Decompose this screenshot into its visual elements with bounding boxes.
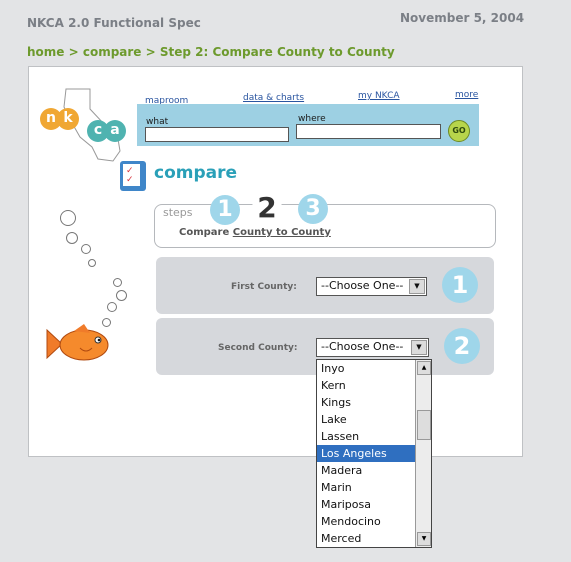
- county-dropdown-list[interactable]: Inyo Kern Kings Lake Lassen Los Angeles …: [316, 359, 432, 548]
- dropdown-option[interactable]: Mendocino: [317, 513, 415, 530]
- page-title: compare: [154, 163, 238, 183]
- first-county-value: --Choose One--: [321, 279, 404, 292]
- scroll-down-icon[interactable]: ▼: [417, 532, 431, 546]
- fish-icon: [46, 324, 109, 361]
- dropdown-option[interactable]: Merced: [317, 530, 415, 547]
- second-county-label: Second County:: [218, 343, 298, 353]
- nav-link-data-charts[interactable]: data & charts: [243, 93, 304, 103]
- where-input[interactable]: [296, 124, 441, 139]
- dropdown-option-selected[interactable]: Los Angeles: [317, 445, 415, 462]
- first-county-select[interactable]: --Choose One-- ▼: [316, 277, 427, 296]
- step-2-circle: 2: [252, 193, 282, 223]
- logo-letter-k: k: [57, 108, 79, 130]
- step-2-badge: 2: [444, 328, 480, 364]
- checklist-icon: ✓ ✓: [120, 161, 146, 191]
- doc-date: November 5, 2004: [400, 11, 525, 25]
- what-label: what: [146, 117, 169, 127]
- scroll-up-icon[interactable]: ▲: [417, 361, 431, 375]
- dropdown-option[interactable]: Kings: [317, 394, 415, 411]
- second-county-value: --Choose One--: [321, 340, 404, 353]
- breadcrumb: home > compare > Step 2: Compare County …: [27, 45, 395, 59]
- dropdown-scrollbar[interactable]: ▲ ▼: [415, 360, 431, 547]
- dropdown-option[interactable]: Marin: [317, 479, 415, 496]
- first-county-label: First County:: [231, 282, 297, 292]
- logo-letter-a: a: [104, 120, 126, 142]
- dropdown-option[interactable]: Inyo: [317, 360, 415, 377]
- dropdown-option[interactable]: Lassen: [317, 428, 415, 445]
- nav-link-my-nkca[interactable]: my NKCA: [358, 91, 400, 101]
- chevron-down-icon[interactable]: ▼: [411, 340, 427, 355]
- dropdown-option[interactable]: Mariposa: [317, 496, 415, 513]
- step-3-circle[interactable]: 3: [298, 194, 328, 224]
- go-button[interactable]: GO: [448, 120, 470, 142]
- current-step-link[interactable]: County to County: [233, 227, 331, 238]
- doc-title: NKCA 2.0 Functional Spec: [27, 16, 201, 30]
- dropdown-option[interactable]: Madera: [317, 462, 415, 479]
- dropdown-option[interactable]: Lake: [317, 411, 415, 428]
- where-label: where: [298, 114, 326, 124]
- current-step-prefix: Compare: [179, 227, 233, 238]
- nav-link-more[interactable]: more: [455, 90, 478, 100]
- step-1-circle[interactable]: 1: [210, 195, 240, 225]
- step-1-badge: 1: [442, 267, 478, 303]
- what-input[interactable]: [145, 127, 289, 142]
- chevron-down-icon[interactable]: ▼: [409, 279, 425, 294]
- dropdown-option[interactable]: Kern: [317, 377, 415, 394]
- second-county-select[interactable]: --Choose One-- ▼: [316, 338, 429, 357]
- current-step: Compare County to County: [179, 227, 331, 238]
- scroll-thumb[interactable]: [417, 410, 431, 440]
- steps-label: steps: [161, 206, 195, 219]
